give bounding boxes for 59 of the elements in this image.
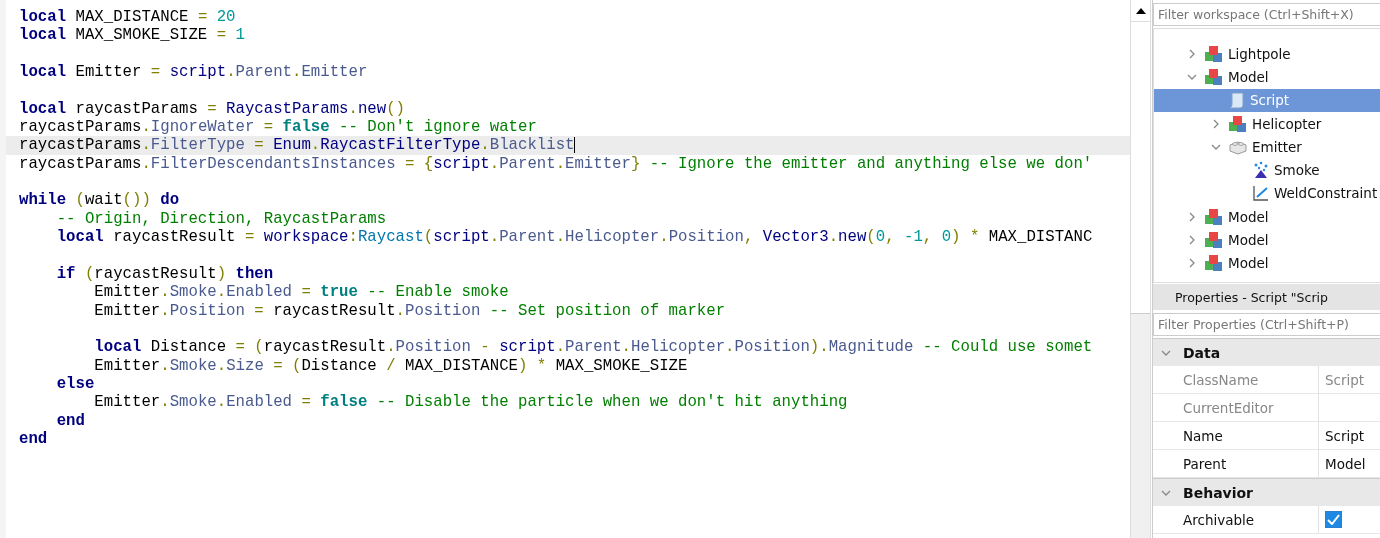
checkbox[interactable] — [1325, 511, 1342, 528]
chevron-right-icon[interactable] — [1187, 258, 1197, 269]
chevron-right-icon[interactable] — [1187, 48, 1197, 59]
chevron-right-icon[interactable] — [1211, 118, 1221, 129]
code-line: local Emitter = script.Parent.Emitter — [18, 63, 369, 82]
tree-item[interactable]: Model — [1154, 205, 1380, 229]
code-line: if (raycastResult) then — [55, 264, 275, 284]
property-name: Archivable — [1153, 506, 1319, 533]
code-line: local Distance = (raycastResult.Position - script.Parent.Helicopter.Position).Magnitude -- Could use somet — [93, 338, 1094, 357]
property-value[interactable]: Script — [1319, 422, 1380, 449]
code-line: else — [55, 374, 95, 394]
code-line: -- Origin, Direction, RaycastParams — [55, 209, 388, 229]
cubes-icon — [1204, 207, 1224, 226]
cubes-icon — [1204, 44, 1224, 63]
property-name: CurrentEditor — [1153, 394, 1319, 421]
tree-item[interactable]: Model — [1154, 251, 1380, 275]
code-line: Emitter.Position = raycastResult.Position -- Set position of marker — [93, 301, 727, 320]
cubes-icon — [1228, 114, 1248, 133]
code-line: Emitter.Smoke.Enabled = false -- Disable the particle when we don't hit anything — [93, 393, 849, 412]
code-line: Emitter.Smoke.Enabled = true -- Enable smoke — [93, 283, 510, 302]
code-line: raycastParams.IgnoreWater = false -- Don't ignore water — [18, 118, 538, 137]
code-line: end — [18, 429, 49, 449]
property-name: ClassName — [1153, 366, 1319, 393]
weld-icon — [1252, 184, 1270, 203]
chevron-right-icon[interactable] — [1187, 235, 1197, 245]
scroll-up-button[interactable] — [1131, 0, 1150, 22]
tree-item[interactable]: Model — [1154, 65, 1380, 89]
code-line: local raycastParams = RaycastParams.new() — [18, 99, 406, 119]
tree-item[interactable]: WeldConstraint — [1154, 181, 1380, 206]
property-group[interactable]: Behavior — [1153, 478, 1380, 506]
property-name: Name — [1153, 422, 1319, 449]
code-line: Emitter.Smoke.Size = (Distance / MAX_DISTANCE) * MAX_SMOKE_SIZE — [94, 356, 689, 375]
chevron-right-icon[interactable] — [1187, 211, 1197, 222]
tree-item[interactable]: Smoke — [1154, 158, 1380, 182]
cubes-icon — [1204, 231, 1224, 249]
code-line: local MAX_SMOKE_SIZE = 1 — [18, 26, 246, 45]
filter-field[interactable]: Filter Properties (Ctrl+Shift+P) — [1153, 313, 1380, 336]
tree-item[interactable]: Emitter — [1154, 135, 1380, 159]
code-line: while (wait()) do — [18, 191, 181, 210]
code-line: raycastParams.FilterDescendantsInstances = {script.Parent.Emitter} -- Ignore the emitter and anything else we don' — [18, 154, 1094, 174]
property-group[interactable]: Data — [1153, 338, 1380, 366]
property-value[interactable]: Model — [1319, 450, 1380, 477]
arrow-up-icon — [1135, 7, 1146, 14]
tree-item[interactable]: Model — [1154, 228, 1380, 252]
property-value[interactable]: Script — [1319, 366, 1380, 393]
code-line: local raycastResult = workspace:Raycast(script.Parent.Helicopter.Position, Vector3.new(0, -1, 0) * MAX_DISTANC — [55, 228, 1094, 247]
code-line: local MAX_DISTANCE = 20 — [18, 8, 237, 27]
cubes-icon — [1204, 254, 1224, 273]
scrollbar-thumb[interactable] — [1131, 22, 1150, 314]
code-editor[interactable] — [0, 0, 1130, 538]
properties-title: Properties - Script "Scrip — [1153, 284, 1380, 310]
property-name: Parent — [1153, 450, 1319, 477]
filter-field[interactable]: Filter workspace (Ctrl+Shift+X) — [1153, 3, 1380, 26]
tree-item[interactable]: Helicopter — [1154, 111, 1380, 136]
sparkle-icon — [1252, 161, 1270, 180]
scroll-icon — [1228, 91, 1246, 110]
code-line: end — [55, 411, 86, 430]
tree-item[interactable]: Lightpole — [1154, 42, 1380, 66]
cubes-icon — [1204, 67, 1224, 86]
